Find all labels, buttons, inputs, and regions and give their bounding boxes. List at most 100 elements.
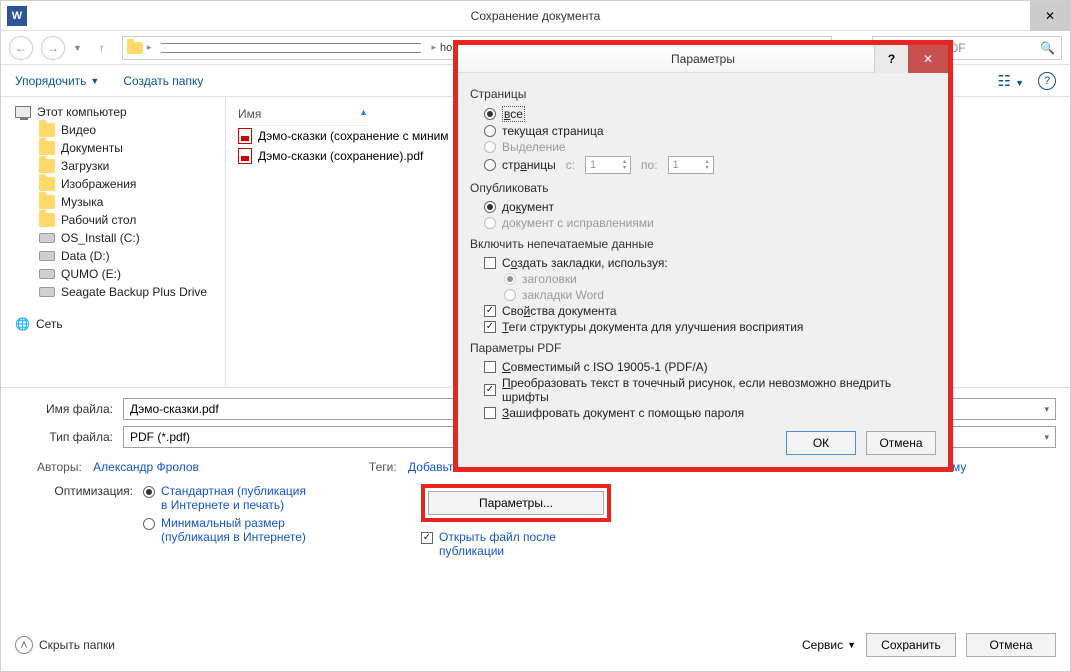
authors-label: Авторы: [37,460,82,474]
checkbox-icon [484,384,496,396]
pdf-icon [238,148,252,164]
recent-dropdown-icon[interactable]: ▼ [73,43,82,53]
new-folder-button[interactable]: Создать папку [123,74,203,88]
sidebar: Этот компьютер Видео Документы Загрузки … [1,97,226,387]
hide-folders-button[interactable]: ˄ Скрыть папки [15,636,115,654]
section-publish: Опубликовать [470,181,936,195]
options-button[interactable]: Параметры... [428,491,604,515]
options-title: Параметры [671,52,735,66]
opt-standard-radio[interactable]: Стандартная (публикация в Интернете и пе… [143,484,321,512]
optimize-label: Оптимизация: [37,484,133,498]
word-icon: W [7,6,27,26]
folder-icon [39,123,55,137]
footer: ˄ Скрыть папки Сервис▼ Сохранить Отмена [1,633,1070,657]
authors-value[interactable]: Александр Фролов [93,460,199,474]
sort-asc-icon: ▲ [359,107,368,121]
opt-minimal-radio[interactable]: Минимальный размер (публикация в Интерне… [143,516,321,544]
radio-icon [143,486,155,498]
tree-drive-seagate[interactable]: Seagate Backup Plus Drive [1,283,225,301]
view-button[interactable]: ☷ ▼ [997,72,1024,90]
path-redacted [161,43,421,53]
tree-network[interactable]: 🌐 Сеть [1,315,225,333]
dropdown-icon[interactable]: ▾ [1044,404,1049,415]
titlebar: W Сохранение документа ✕ [1,1,1070,31]
help-button[interactable]: ? [874,45,908,73]
window-title: Сохранение документа [471,9,601,23]
bookmarks-word-radio: закладки Word [470,287,936,303]
doc-properties-checkbox[interactable]: Свойства документа [470,303,936,319]
back-button[interactable]: ← [9,36,33,60]
help-button[interactable]: ? [1038,72,1056,90]
column-name[interactable]: Имя ▲ [238,103,368,126]
radio-icon [484,201,496,213]
page-to-input[interactable]: 1 [668,156,714,174]
close-button[interactable]: ✕ [908,45,948,73]
forward-button[interactable]: → [41,36,65,60]
publish-markup-radio: документ с исправлениями [470,215,936,231]
tree-pictures[interactable]: Изображения [1,175,225,193]
drive-icon [39,233,55,243]
options-titlebar: Параметры ? ✕ [458,45,948,73]
struct-tags-checkbox[interactable]: Теги структуры документа для улучшения в… [470,319,936,335]
folder-icon [127,42,143,54]
cancel-button[interactable]: Отмена [866,431,936,455]
folder-icon [39,195,55,209]
pages-range-radio[interactable]: страницы с: 1 по: 1 [470,155,936,175]
cancel-button[interactable]: Отмена [966,633,1056,657]
publish-document-radio[interactable]: документ [470,199,936,215]
chevron-up-icon: ˄ [15,636,33,654]
filetype-label: Тип файла: [15,430,123,444]
tree-documents[interactable]: Документы [1,139,225,157]
tree-music[interactable]: Музыка [1,193,225,211]
tree-desktop[interactable]: Рабочий стол [1,211,225,229]
folder-icon [39,141,55,155]
iso-checkbox[interactable]: Совместимый с ISO 19005-1 (PDF/A) [470,359,936,375]
pages-current-radio[interactable]: текущая страница [470,123,936,139]
checkbox-icon [484,257,496,269]
folder-icon [39,177,55,191]
tree-downloads[interactable]: Загрузки [1,157,225,175]
bookmarks-headings-radio: заголовки [470,271,936,287]
section-pdf: Параметры PDF [470,341,936,355]
options-button-highlight: Параметры... [421,484,611,522]
pdf-icon [238,128,252,144]
checkbox-icon [484,305,496,317]
bitmap-text-checkbox[interactable]: Преобразовать текст в точечный рисунок, … [470,375,936,405]
dropdown-icon[interactable]: ▾ [1044,432,1049,443]
drive-icon [39,287,55,297]
tree-computer[interactable]: Этот компьютер [1,103,225,121]
drive-icon [39,269,55,279]
pages-all-radio[interactable]: все [470,105,936,123]
folder-icon [39,159,55,173]
open-after-checkbox[interactable]: Открыть файл после публикации [421,530,611,558]
organize-button[interactable]: Упорядочить▼ [15,74,99,88]
search-icon: 🔍 [1040,41,1055,55]
radio-icon [504,289,516,301]
create-bookmarks-checkbox[interactable]: Создать закладки, используя: [470,255,936,271]
path-sep: ▸ [431,42,436,53]
close-icon[interactable]: ✕ [1030,1,1070,31]
radio-icon [504,273,516,285]
tree-drive-c[interactable]: OS_Install (C:) [1,229,225,247]
options-dialog: Параметры ? ✕ Страницы все текущая стран… [453,40,953,472]
radio-icon [143,518,155,530]
checkbox-icon [484,321,496,333]
ok-button[interactable]: ОК [786,431,856,455]
encrypt-checkbox[interactable]: Зашифровать документ с помощью пароля [470,405,936,421]
service-button[interactable]: Сервис▼ [802,638,856,652]
up-button[interactable]: ↑ [90,36,114,60]
tree-videos[interactable]: Видео [1,121,225,139]
radio-icon [484,141,496,153]
page-from-input[interactable]: 1 [585,156,631,174]
tree-drive-d[interactable]: Data (D:) [1,247,225,265]
section-nonprint: Включить непечатаемые данные [470,237,936,251]
tree-drive-e[interactable]: QUMO (E:) [1,265,225,283]
filename-label: Имя файла: [15,402,123,416]
tags-label: Теги: [369,460,397,474]
radio-icon [484,125,496,137]
save-button[interactable]: Сохранить [866,633,956,657]
radio-icon [484,159,496,171]
drive-icon [39,251,55,261]
folder-icon [39,213,55,227]
checkbox-icon [421,532,433,544]
